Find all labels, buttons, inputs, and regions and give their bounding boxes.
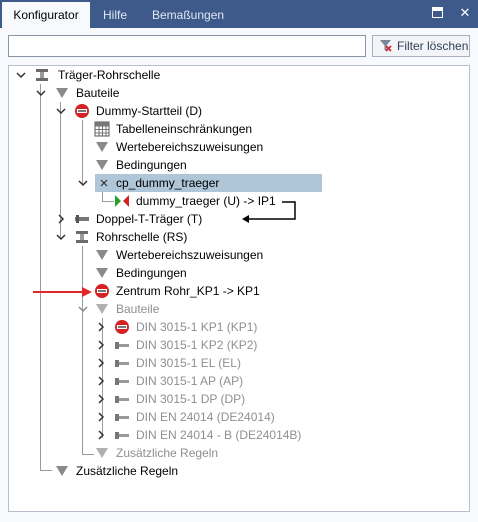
annotation-arrow-red xyxy=(33,287,92,297)
chevron-down-icon[interactable] xyxy=(78,304,88,314)
title-bar: Konfigurator Hilfe Bemaßungen ✕ xyxy=(0,0,478,28)
red-part-icon xyxy=(75,104,89,118)
table-icon xyxy=(94,121,110,137)
tab-bemassungen[interactable]: Bemaßungen xyxy=(152,2,224,28)
chevron-right-icon[interactable] xyxy=(96,430,106,440)
tree-label: DIN 3015-1 DP (DP) xyxy=(136,392,246,406)
tree-line xyxy=(82,246,83,454)
screw-part-icon xyxy=(115,432,129,439)
red-part-icon xyxy=(115,320,129,334)
tree-line xyxy=(82,120,83,184)
tree-label: Bedingungen xyxy=(116,158,187,172)
chevron-right-icon[interactable] xyxy=(96,340,106,350)
funnel-icon xyxy=(96,304,108,314)
funnel-icon xyxy=(96,160,108,170)
tree-label: Doppel-T-Träger (T) xyxy=(96,212,203,226)
chevron-right-icon[interactable] xyxy=(56,214,66,224)
dock-window-icon[interactable] xyxy=(430,6,444,20)
filter-clear-icon xyxy=(380,40,392,52)
tree-line xyxy=(40,84,41,470)
green-red-connector-icon xyxy=(115,195,129,207)
tree-label: Dummy-Startteil (D) xyxy=(96,104,203,118)
red-part-icon xyxy=(95,284,109,298)
annotation-arrow-black xyxy=(242,201,296,223)
funnel-icon xyxy=(96,268,108,278)
chevron-down-icon[interactable] xyxy=(56,106,66,116)
tree-label: DIN 3015-1 EL (EL) xyxy=(136,356,241,370)
chevron-down-icon[interactable] xyxy=(56,232,66,242)
tree-label: Wertebereichszuweisungen xyxy=(116,248,264,262)
tree-label: DIN 3015-1 KP2 (KP2) xyxy=(136,338,258,352)
chevron-down-icon[interactable] xyxy=(78,178,88,188)
chevron-right-icon[interactable] xyxy=(96,376,106,386)
funnel-icon xyxy=(96,448,108,458)
beam-part-icon xyxy=(75,215,89,223)
funnel-icon xyxy=(96,142,108,152)
chevron-right-icon[interactable] xyxy=(96,394,106,404)
close-icon[interactable]: ✕ xyxy=(458,6,472,20)
tree-label: DIN EN 24014 - B (DE24014B) xyxy=(136,428,302,442)
clear-filter-button[interactable]: Filter löschen xyxy=(372,35,470,57)
chevron-right-icon[interactable] xyxy=(96,322,106,332)
assembly-icon xyxy=(36,69,48,81)
screw-part-icon xyxy=(115,414,129,421)
tree-line xyxy=(82,454,94,455)
tree-label: Zentrum Rohr_KP1 -> KP1 xyxy=(116,284,260,298)
tree-label: DIN 3015-1 AP (AP) xyxy=(136,374,244,388)
chevron-right-icon[interactable] xyxy=(96,358,106,368)
tree-label: Bauteile xyxy=(76,86,120,100)
tree-label: Tabelleneinschränkungen xyxy=(116,122,253,136)
close-x-icon xyxy=(100,179,108,187)
search-input[interactable] xyxy=(8,35,366,57)
funnel-icon xyxy=(96,250,108,260)
tree-label: Wertebereichszuweisungen xyxy=(116,140,264,154)
screw-part-icon xyxy=(115,396,129,403)
tree-line xyxy=(102,201,114,202)
screw-part-icon xyxy=(115,378,129,385)
tree-label: Bauteile xyxy=(116,302,160,316)
tree-label: Zusätzliche Regeln xyxy=(76,464,179,478)
assembly-icon xyxy=(76,231,88,243)
screw-part-icon xyxy=(115,342,129,349)
funnel-icon xyxy=(56,88,68,98)
clear-filter-label: Filter löschen xyxy=(397,39,469,53)
tab-hilfe[interactable]: Hilfe xyxy=(103,2,127,28)
tree-label: cp_dummy_traeger xyxy=(116,176,220,190)
screw-part-icon xyxy=(115,360,129,367)
tree-label: Träger-Rohrschelle xyxy=(58,68,161,82)
tree-label: DIN 3015-1 KP1 (KP1) xyxy=(136,320,258,334)
chevron-right-icon[interactable] xyxy=(96,412,106,422)
tree-label: Rohrschelle (RS) xyxy=(96,230,188,244)
tree-label: Bedingungen xyxy=(116,266,187,280)
tree-label: Zusätzliche Regeln xyxy=(116,446,219,460)
funnel-icon xyxy=(56,466,68,476)
chevron-down-icon[interactable] xyxy=(36,88,46,98)
tree-line xyxy=(40,470,52,471)
tab-konfigurator[interactable]: Konfigurator xyxy=(2,2,90,28)
chevron-down-icon[interactable] xyxy=(16,70,26,80)
tree-label: DIN EN 24014 (DE24014) xyxy=(136,410,275,424)
